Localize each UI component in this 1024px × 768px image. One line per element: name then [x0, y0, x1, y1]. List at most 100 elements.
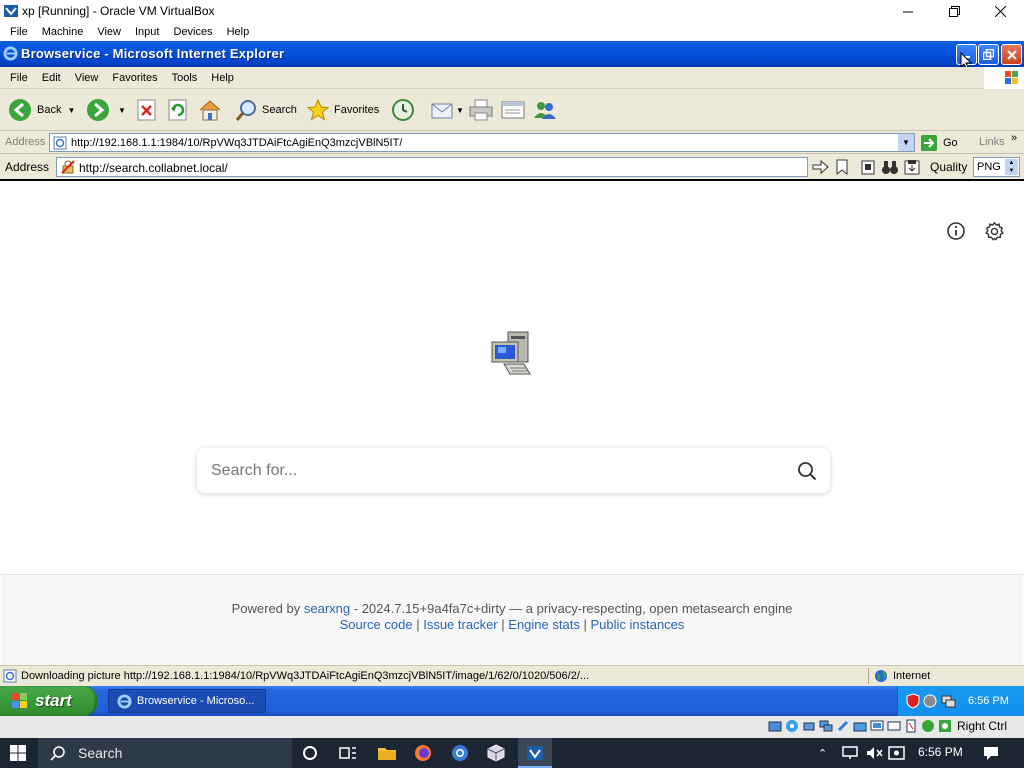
forward-dropdown-icon[interactable]: ▼ — [118, 106, 126, 115]
task-view-icon[interactable] — [339, 745, 357, 761]
stop-button[interactable] — [136, 95, 158, 125]
engine-stats-link[interactable]: Engine stats — [508, 617, 580, 632]
screen-capture-icon[interactable] — [888, 745, 906, 761]
optical-drive-icon[interactable] — [785, 719, 799, 733]
shared-folder-icon[interactable] — [853, 719, 867, 733]
usb-icon[interactable] — [836, 719, 850, 733]
ie-menu-file[interactable]: File — [3, 72, 35, 84]
quality-selector[interactable]: PNG ▲ ▼ — [973, 157, 1020, 177]
ie-logo-icon — [3, 46, 18, 61]
home-button[interactable] — [198, 95, 222, 125]
search-icon[interactable] — [797, 461, 817, 481]
ie-menu-edit[interactable]: Edit — [35, 72, 68, 84]
links-label[interactable]: Links — [979, 136, 1005, 148]
taskbar-search-label: Search — [78, 745, 123, 761]
search-toolbar-button[interactable]: Search — [234, 95, 297, 125]
vbox-menu-devices[interactable]: Devices — [166, 26, 219, 38]
ie-toolbar: Back ▼ ▼ Search Favorites ▼ — [0, 89, 1024, 131]
info-icon[interactable] — [946, 221, 966, 241]
minimize-button[interactable] — [885, 0, 931, 23]
network-icon[interactable] — [940, 693, 956, 709]
taskbar-ie-window[interactable]: Browservice - Microso... — [108, 689, 266, 713]
ie-menu-view[interactable]: View — [68, 72, 106, 84]
back-button[interactable]: Back ▼ — [8, 95, 75, 125]
links-chevron-icon[interactable]: » — [1011, 132, 1017, 144]
ie-address-bar: Address http://192.168.1.1:1984/10/RpVWq… — [0, 131, 1024, 154]
find-binoculars-icon[interactable] — [881, 159, 899, 175]
search-input[interactable] — [211, 460, 771, 482]
audio-icon[interactable] — [802, 719, 816, 733]
address-dropdown-icon[interactable]: ▼ — [898, 134, 914, 151]
history-icon — [391, 98, 415, 122]
history-button[interactable] — [391, 95, 415, 125]
cortana-icon[interactable] — [302, 745, 318, 761]
quality-up-icon[interactable]: ▲ — [1005, 159, 1018, 167]
ie-menu-favorites[interactable]: Favorites — [105, 72, 164, 84]
status-text: Downloading picture http://192.168.1.1:1… — [21, 670, 590, 682]
notifications-icon[interactable] — [982, 745, 1000, 761]
favorites-button[interactable]: Favorites — [306, 95, 379, 125]
taskbar-virtualbox-app[interactable] — [518, 738, 552, 768]
close-button[interactable] — [977, 0, 1023, 23]
vbox-menu-machine[interactable]: Machine — [35, 26, 91, 38]
public-instances-link[interactable]: Public instances — [590, 617, 684, 632]
back-dropdown-icon[interactable]: ▼ — [67, 106, 75, 115]
ie-close-button[interactable] — [1001, 44, 1022, 65]
print-button[interactable] — [468, 95, 494, 125]
mail-icon — [430, 98, 454, 122]
tray-app-icon[interactable] — [923, 693, 937, 709]
guest-additions-icon[interactable] — [921, 719, 935, 733]
volume-muted-icon[interactable] — [865, 745, 883, 761]
vbox-window-title: xp [Running] - Oracle VM VirtualBox — [22, 4, 215, 18]
quality-label: Quality — [930, 160, 968, 174]
refresh-button[interactable] — [167, 95, 189, 125]
issue-tracker-link[interactable]: Issue tracker — [423, 617, 497, 632]
taskbar-ie-label: Browservice - Microso... — [137, 695, 255, 707]
mail-button[interactable]: ▼ — [430, 95, 464, 125]
show-hidden-icons[interactable]: ⌃ — [818, 747, 827, 760]
ie-menu-help[interactable]: Help — [204, 72, 241, 84]
restore-button[interactable] — [931, 0, 977, 23]
settings-gear-icon[interactable] — [984, 221, 1005, 242]
windows-start-icon[interactable] — [10, 745, 26, 761]
chrome-icon[interactable] — [451, 744, 469, 762]
edit-page-icon — [500, 98, 526, 122]
package-app-icon[interactable] — [487, 744, 505, 762]
vbox-menu-input[interactable]: Input — [128, 26, 166, 38]
browservice-address-input[interactable]: http://search.collabnet.local/ — [56, 157, 808, 177]
messenger-button[interactable] — [532, 95, 558, 125]
favorites-label: Favorites — [334, 104, 380, 116]
security-shield-icon[interactable] — [906, 693, 920, 709]
mouse-integration-icon[interactable] — [938, 719, 952, 733]
vbox-menu-view[interactable]: View — [90, 26, 128, 38]
mail-dropdown-icon[interactable]: ▼ — [456, 106, 464, 115]
status-page-icon — [3, 669, 17, 683]
quality-down-icon[interactable]: ▼ — [1005, 167, 1018, 175]
clipboard-icon[interactable] — [860, 159, 876, 175]
file-explorer-icon[interactable] — [377, 745, 397, 761]
edit-button[interactable] — [500, 95, 526, 125]
forward-button[interactable]: ▼ — [86, 95, 126, 125]
go-button[interactable]: Go — [920, 133, 958, 152]
search-box — [197, 448, 830, 493]
network-adapter-icon[interactable] — [819, 719, 833, 733]
ie-address-input[interactable]: http://192.168.1.1:1984/10/RpVWq3JTDAiFt… — [49, 133, 915, 152]
vbox-menu-help[interactable]: Help — [220, 26, 257, 38]
vbox-menu-file[interactable]: File — [3, 26, 35, 38]
download-icon[interactable] — [904, 159, 920, 175]
recording-icon[interactable] — [887, 719, 901, 733]
navigate-go-icon[interactable] — [811, 159, 829, 175]
ie-restore-button[interactable] — [978, 44, 999, 65]
taskbar-search-icon — [50, 745, 66, 761]
searxng-link[interactable]: searxng — [304, 601, 350, 616]
network-status-icon[interactable] — [842, 745, 860, 761]
display-icon[interactable] — [870, 719, 884, 733]
cpu-icon[interactable] — [904, 719, 918, 733]
source-code-link[interactable]: Source code — [340, 617, 413, 632]
hard-disk-icon[interactable] — [768, 719, 782, 733]
windows-search-box[interactable]: Search — [38, 738, 292, 768]
firefox-icon[interactable] — [414, 744, 432, 762]
start-button[interactable]: start — [0, 686, 97, 716]
ie-menu-tools[interactable]: Tools — [165, 72, 205, 84]
bookmark-icon[interactable] — [835, 159, 849, 175]
